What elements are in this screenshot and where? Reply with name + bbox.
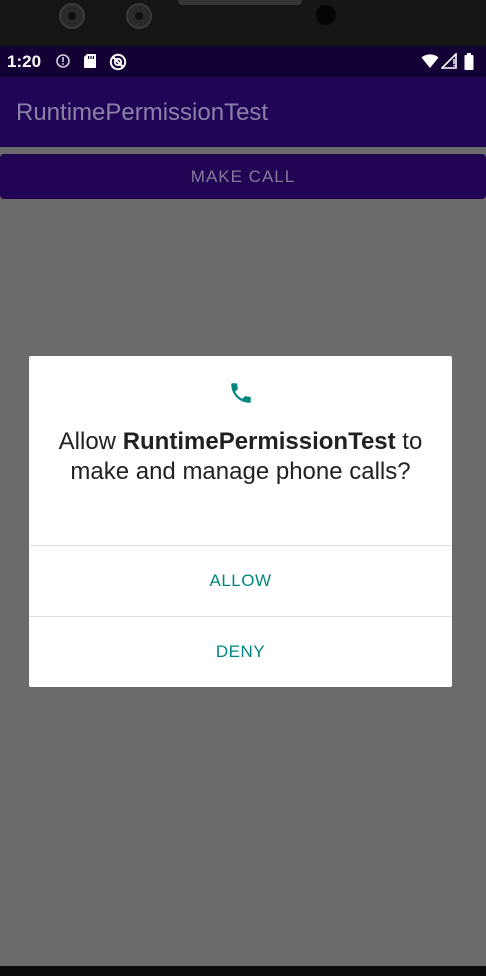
permission-dialog: Allow RuntimePermissionTest to make and …: [29, 356, 452, 687]
dialog-app-name: RuntimePermissionTest: [122, 428, 396, 455]
deny-button[interactable]: DENY: [29, 617, 452, 687]
app-bar: RuntimePermissionTest: [0, 77, 486, 147]
allow-button[interactable]: ALLOW: [29, 546, 452, 616]
camera-lens-icon: [59, 3, 85, 29]
do-not-disturb-icon: [109, 53, 127, 71]
make-call-button[interactable]: MAKE CALL: [0, 154, 486, 199]
cell-signal-icon: [441, 53, 457, 69]
sd-card-icon: [84, 54, 96, 68]
navigation-bar: [0, 966, 486, 976]
speaker-grille: [178, 0, 302, 5]
battery-icon: [464, 53, 474, 70]
dialog-message-prefix: Allow: [58, 428, 123, 455]
phone-icon: [231, 383, 251, 403]
device-screen: 1:20 RuntimePermissionTest MAKE CALL All…: [0, 0, 486, 976]
front-camera-icon: [316, 5, 336, 25]
alert-icon: [56, 54, 70, 68]
wifi-icon: [421, 54, 439, 68]
dialog-message: Allow RuntimePermissionTest to make and …: [49, 427, 432, 487]
status-bar: 1:20: [0, 46, 486, 77]
device-bezel: [0, 0, 486, 46]
app-title: RuntimePermissionTest: [16, 99, 269, 126]
camera-lens-icon: [126, 3, 152, 29]
status-time: 1:20: [7, 52, 42, 71]
